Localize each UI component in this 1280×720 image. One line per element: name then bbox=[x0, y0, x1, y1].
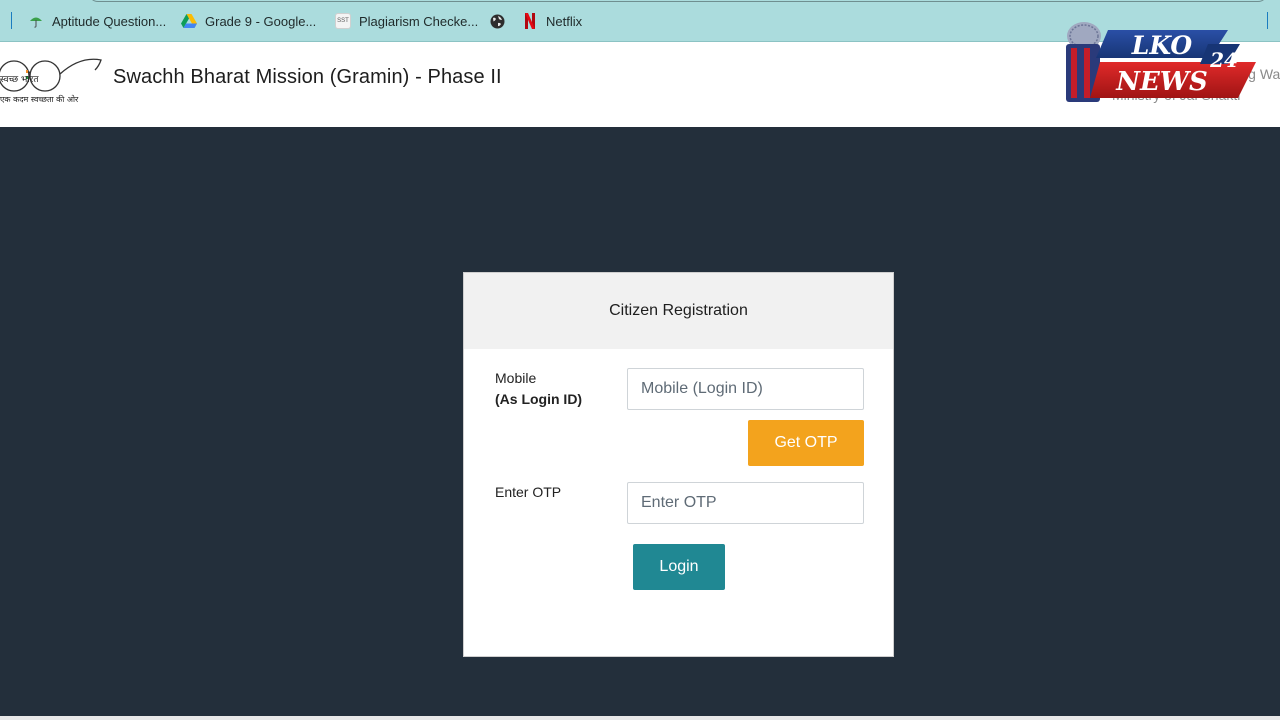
google-drive-icon bbox=[181, 13, 197, 29]
login-button[interactable]: Login bbox=[633, 544, 725, 590]
bookmark-globe[interactable] bbox=[489, 11, 505, 31]
tab-strip-edge bbox=[88, 0, 1268, 2]
otp-input[interactable] bbox=[627, 482, 864, 524]
mobile-input[interactable] bbox=[627, 368, 864, 410]
bookmark-aptitude[interactable]: Aptitude Question... bbox=[28, 11, 166, 31]
bookmark-grade9[interactable]: Grade 9 - Google... bbox=[181, 11, 316, 31]
bookmark-label: Aptitude Question... bbox=[52, 13, 167, 29]
bookmark-netflix[interactable]: Netflix bbox=[522, 11, 582, 31]
umbrella-icon bbox=[28, 13, 44, 29]
globe-icon bbox=[489, 13, 505, 29]
logo-tagline: एक कदम स्वच्छता की ओर bbox=[0, 95, 79, 104]
page-footer-edge bbox=[0, 716, 1280, 720]
mobile-sublabel: (As Login ID) bbox=[495, 391, 583, 407]
page-title: Swachh Bharat Mission (Gramin) - Phase I… bbox=[113, 66, 502, 88]
logo-hindi-text: स्वच्छ भारत bbox=[0, 75, 39, 85]
bookmark-label: Grade 9 - Google... bbox=[205, 13, 317, 29]
bookmark-label: Plagiarism Checke... bbox=[359, 13, 479, 29]
bookmark-plagiarism[interactable]: SST Plagiarism Checke... bbox=[335, 11, 478, 31]
watermark-news: NEWS bbox=[1115, 67, 1208, 97]
netflix-icon bbox=[522, 13, 538, 29]
card-title: Citizen Registration bbox=[464, 273, 893, 349]
watermark-lko: LKO bbox=[1131, 31, 1193, 60]
watermark-number: 24 bbox=[1209, 48, 1238, 72]
news-watermark-logo: LKO NEWS 24 bbox=[1060, 18, 1260, 114]
bookmark-label: Netflix bbox=[546, 13, 583, 29]
mobile-label-text: Mobile bbox=[495, 370, 537, 386]
sst-icon: SST bbox=[335, 13, 351, 29]
get-otp-button[interactable]: Get OTP bbox=[748, 420, 864, 466]
sst-icon-badge: SST bbox=[335, 13, 351, 29]
citizen-registration-card: Citizen Registration Mobile (As Login ID… bbox=[463, 272, 894, 657]
bookmarks-separator bbox=[1267, 12, 1268, 29]
swachh-bharat-logo[interactable]: स्वच्छ भारत एक कदम स्वच्छता की ओर bbox=[0, 52, 105, 112]
mobile-label: Mobile (As Login ID) bbox=[495, 368, 582, 410]
otp-label: Enter OTP bbox=[495, 484, 562, 500]
bookmarks-separator bbox=[11, 12, 12, 29]
